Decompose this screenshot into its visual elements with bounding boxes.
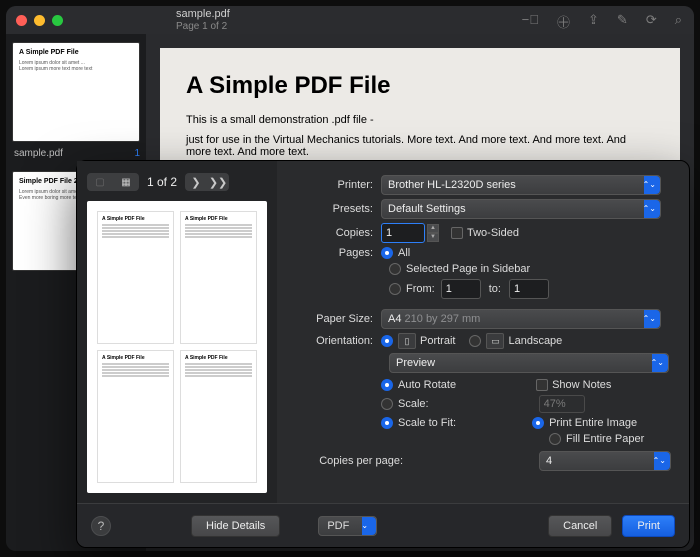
zoom-window-icon[interactable] — [52, 15, 63, 26]
landscape-icon: ▭ — [486, 333, 504, 349]
show-notes-checkbox[interactable] — [536, 379, 548, 391]
pages-from-input[interactable] — [441, 279, 481, 299]
orientation-landscape-radio[interactable] — [469, 335, 481, 347]
copies-stepper[interactable]: ▲▼ — [427, 224, 439, 242]
pages-label: Pages: — [281, 247, 381, 259]
doc-heading: A Simple PDF File — [186, 72, 654, 100]
printer-select[interactable]: Brother HL-L2320D series⌃⌄ — [381, 175, 661, 195]
scale-radio[interactable] — [381, 398, 393, 410]
window-controls — [16, 15, 63, 26]
paper-size-select[interactable]: A4 210 by 297 mm ⌃⌄ — [381, 309, 661, 329]
orientation-portrait-radio[interactable] — [381, 335, 393, 347]
rotate-icon[interactable]: ⟳ — [646, 12, 657, 31]
portrait-icon: ▯ — [398, 333, 416, 349]
paper-size-label: Paper Size: — [281, 313, 381, 325]
pages-all-radio[interactable] — [381, 247, 393, 259]
hide-details-button[interactable]: Hide Details — [191, 515, 280, 537]
last-page-button[interactable]: ❯❯ — [207, 173, 229, 191]
two-sided-label: Two-Sided — [467, 227, 519, 239]
two-sided-checkbox[interactable] — [451, 227, 463, 239]
preview-mini-1: A Simple PDF File — [97, 211, 174, 344]
markup-icon[interactable]: ✎ — [617, 12, 628, 31]
preview-mode-grid[interactable]: ▦ — [113, 173, 139, 191]
copies-per-page-label: Copies per page: — [281, 455, 411, 467]
presets-select[interactable]: Default Settings⌃⌄ — [381, 199, 661, 219]
help-button[interactable]: ? — [91, 516, 111, 536]
preview-mini-2: A Simple PDF File — [180, 211, 257, 344]
print-dialog: ▢ ▦ 1 of 2 ❯ ❯❯ A Simple PDF File A Simp… — [76, 160, 690, 548]
cancel-button[interactable]: Cancel — [548, 515, 612, 537]
section-select[interactable]: Preview⌃⌄ — [389, 353, 669, 373]
zoom-out-icon[interactable]: −⃝ — [522, 12, 539, 31]
preview-sheet: A Simple PDF File A Simple PDF File A Si… — [87, 201, 267, 493]
minimize-window-icon[interactable] — [34, 15, 45, 26]
preview-mode-single[interactable]: ▢ — [87, 173, 113, 191]
page-indicator: 1 of 2 — [147, 175, 177, 189]
print-entire-image-radio[interactable] — [532, 417, 544, 429]
copies-label: Copies: — [281, 227, 381, 239]
presets-label: Presets: — [281, 203, 381, 215]
preview-mini-3: A Simple PDF File — [97, 350, 174, 483]
dialog-preview-pane: ▢ ▦ 1 of 2 ❯ ❯❯ A Simple PDF File A Simp… — [77, 161, 277, 503]
close-window-icon[interactable] — [16, 15, 27, 26]
print-options: Printer: Brother HL-L2320D series⌃⌄ Pres… — [277, 161, 689, 503]
zoom-in-icon[interactable]: ＋⃝ — [557, 12, 570, 31]
document-title: sample.pdf — [176, 8, 230, 21]
orientation-label: Orientation: — [281, 335, 381, 347]
printer-label: Printer: — [281, 179, 381, 191]
titlebar: sample.pdf Page 1 of 2 −⃝ ＋⃝ ⇪ ✎ ⟳ ⌕ — [6, 6, 694, 34]
print-button[interactable]: Print — [622, 515, 675, 537]
copies-input[interactable] — [381, 223, 425, 243]
copies-per-page-select[interactable]: 4⌃⌄ — [539, 451, 671, 471]
fill-entire-paper-radio[interactable] — [549, 433, 561, 445]
pages-from-radio[interactable] — [389, 283, 401, 295]
title-group: sample.pdf Page 1 of 2 — [176, 8, 230, 32]
dialog-footer: ? Hide Details PDF⌄ Cancel Print — [77, 503, 689, 547]
pages-selected-radio[interactable] — [389, 263, 401, 275]
search-icon[interactable]: ⌕ — [675, 12, 682, 31]
preview-mode-segmented[interactable]: ▢ ▦ — [87, 173, 139, 191]
thumbnail-1-page: 1 — [134, 148, 140, 159]
page-status: Page 1 of 2 — [176, 21, 230, 33]
pages-to-input[interactable] — [509, 279, 549, 299]
scale-to-fit-radio[interactable] — [381, 417, 393, 429]
scale-input — [539, 395, 585, 413]
next-page-button[interactable]: ❯ — [185, 173, 207, 191]
sidebar-thumbnail-1[interactable]: A Simple PDF File Lorem ipsum dolor sit … — [12, 42, 140, 142]
pdf-dropdown[interactable]: PDF⌄ — [318, 516, 377, 536]
page-nav: ❯ ❯❯ — [185, 173, 229, 191]
toolbar-icons: −⃝ ＋⃝ ⇪ ✎ ⟳ ⌕ — [522, 12, 682, 31]
thumbnail-1-label: sample.pdf — [14, 148, 63, 159]
preview-mini-4: A Simple PDF File — [180, 350, 257, 483]
auto-rotate-checkbox[interactable] — [381, 379, 393, 391]
share-icon[interactable]: ⇪ — [588, 12, 599, 31]
